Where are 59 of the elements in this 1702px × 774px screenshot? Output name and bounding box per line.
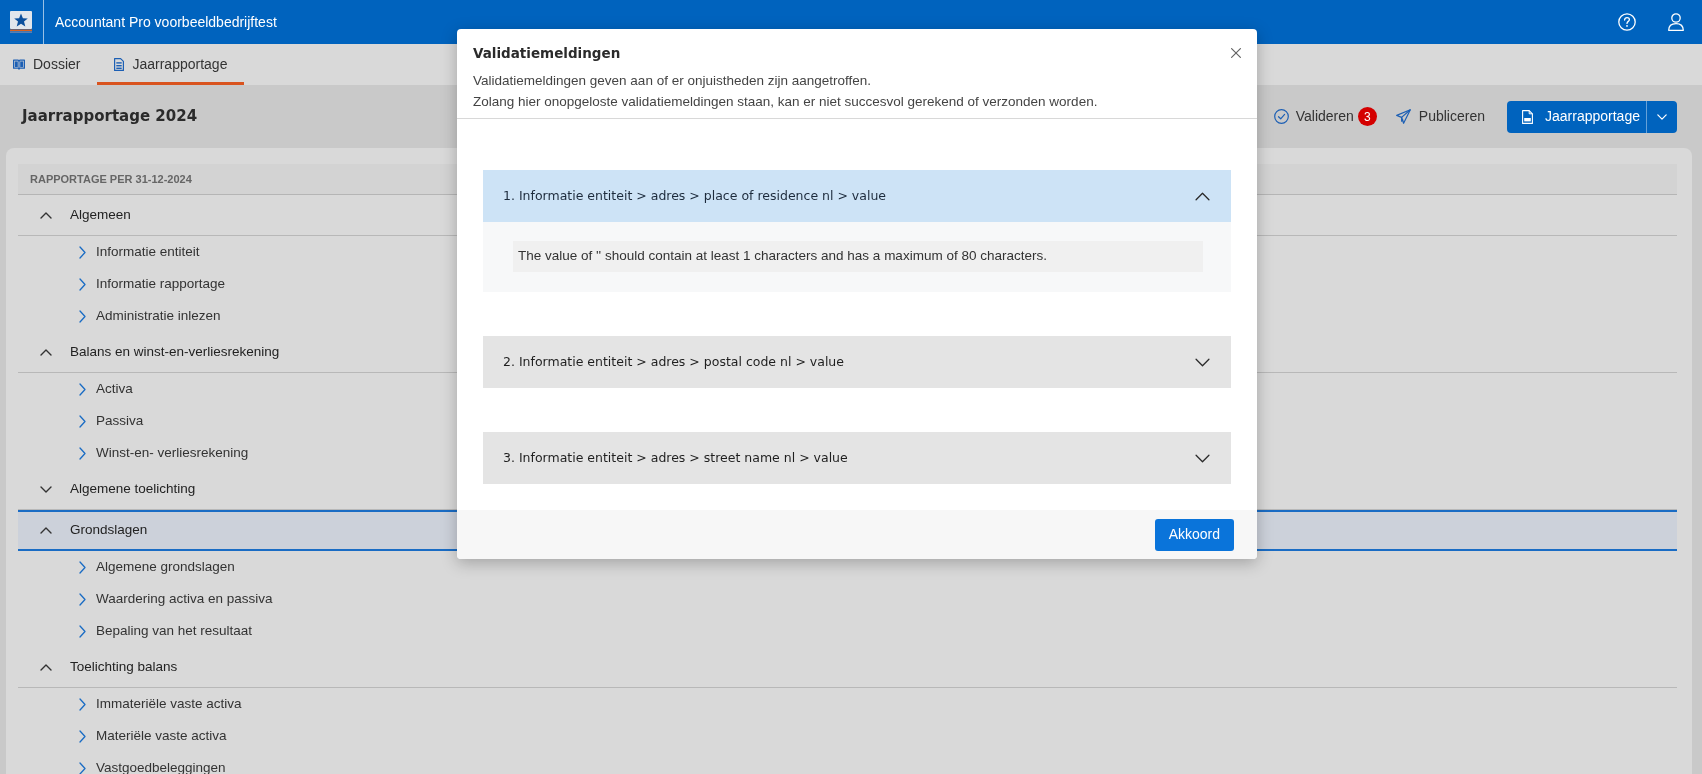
- chevron-down-icon: [1194, 453, 1211, 463]
- chevron-right-icon: [79, 245, 86, 259]
- chevron-right-icon: [79, 446, 86, 460]
- count-badge: 3: [1357, 107, 1377, 126]
- chevron-right-icon: [79, 309, 86, 323]
- caret-down-icon: [1657, 113, 1667, 120]
- tree-item[interactable]: Informatie rapportage: [79, 268, 226, 300]
- pdf-file-icon: [1522, 109, 1533, 124]
- app-title: Accountant Pro voorbeeldbedrijftest: [55, 12, 277, 32]
- tree-item[interactable]: Bepaling van het resultaat: [79, 615, 253, 647]
- paper-plane-icon: [1395, 109, 1411, 124]
- tree-group-item[interactable]: Algemeen: [40, 195, 131, 235]
- user-icon[interactable]: [1668, 13, 1684, 31]
- tree-item[interactable]: Vastgoedbeleggingen: [79, 752, 226, 774]
- check-circle-icon: [1273, 109, 1289, 124]
- tree-item[interactable]: Immateriële vaste activa: [79, 688, 242, 720]
- accordion-header[interactable]: 1. Informatie entiteit > adres > place of residence nl > value: [483, 170, 1231, 222]
- validate-button[interactable]: Valideren 3: [1273, 106, 1377, 127]
- chevron-right-icon: [79, 382, 86, 396]
- help-icon[interactable]: [1618, 13, 1636, 31]
- close-icon[interactable]: [1231, 48, 1241, 58]
- accordion-header[interactable]: 2. Informatie entiteit > adres > postal code nl > value: [483, 336, 1231, 388]
- tab[interactable]: Dossier: [0, 44, 98, 85]
- tree-item[interactable]: Informatie entiteit: [79, 236, 200, 268]
- description-text: Validatiemeldingen geven aan of er onjuistheden zijn aangetroffen.: [473, 72, 873, 90]
- tree-item[interactable]: Passiva: [79, 405, 144, 437]
- chevron-right-icon: [79, 592, 86, 606]
- tree-item[interactable]: Algemene grondslagen: [79, 551, 235, 583]
- description-text: Zolang hier onopgeloste validatiemeldingen staan, kan er niet succesvol gerekend of verzonden worden.: [473, 93, 1099, 111]
- tree-item[interactable]: Activa: [79, 373, 133, 405]
- chevron-right-icon: [79, 624, 86, 638]
- tree-group-item[interactable]: Balans en winst-en-verliesrekening: [40, 332, 280, 372]
- tree-group-item[interactable]: Toelichting balans: [40, 647, 178, 687]
- tree-item[interactable]: Materiële vaste activa: [79, 720, 227, 752]
- tree-item[interactable]: Winst-en- verliesrekening: [79, 437, 249, 469]
- chevron-down-icon: [1194, 357, 1211, 367]
- tree-group-item[interactable]: Grondslagen: [40, 512, 148, 549]
- accordion-header[interactable]: 3. Informatie entiteit > adres > street name nl > value: [483, 432, 1231, 484]
- document-icon: [114, 58, 125, 71]
- confirm-button[interactable]: Akkoord: [1154, 518, 1234, 551]
- book-icon: [13, 59, 25, 70]
- chevron-right-icon: [79, 697, 86, 711]
- message-text: The value of '' should contain at least 1 characters and has a maximum of 80 characters.: [513, 241, 1203, 272]
- tree-group-item[interactable]: Algemene toelichting: [40, 469, 196, 509]
- dialog-title: Validatiemeldingen: [473, 44, 622, 63]
- export-button[interactable]: Jaarrapportage: [1507, 100, 1646, 133]
- chevron-right-icon: [79, 761, 86, 774]
- chevron-up-icon: [1194, 191, 1211, 201]
- chevron-right-icon: [79, 414, 86, 428]
- chevron-right-icon: [79, 560, 86, 574]
- star-logo-icon: [10, 11, 32, 33]
- page-title: Jaarrapportage 2024: [22, 106, 198, 128]
- dropdown-button[interactable]: [1646, 100, 1677, 133]
- tab[interactable]: Jaarrapportage: [97, 44, 245, 85]
- publish-button[interactable]: Publiceren: [1395, 106, 1485, 127]
- chevron-right-icon: [79, 277, 86, 291]
- tree-item[interactable]: Administratie inlezen: [79, 300, 221, 332]
- tree-item[interactable]: Waardering activa en passiva: [79, 583, 273, 615]
- chevron-right-icon: [79, 729, 86, 743]
